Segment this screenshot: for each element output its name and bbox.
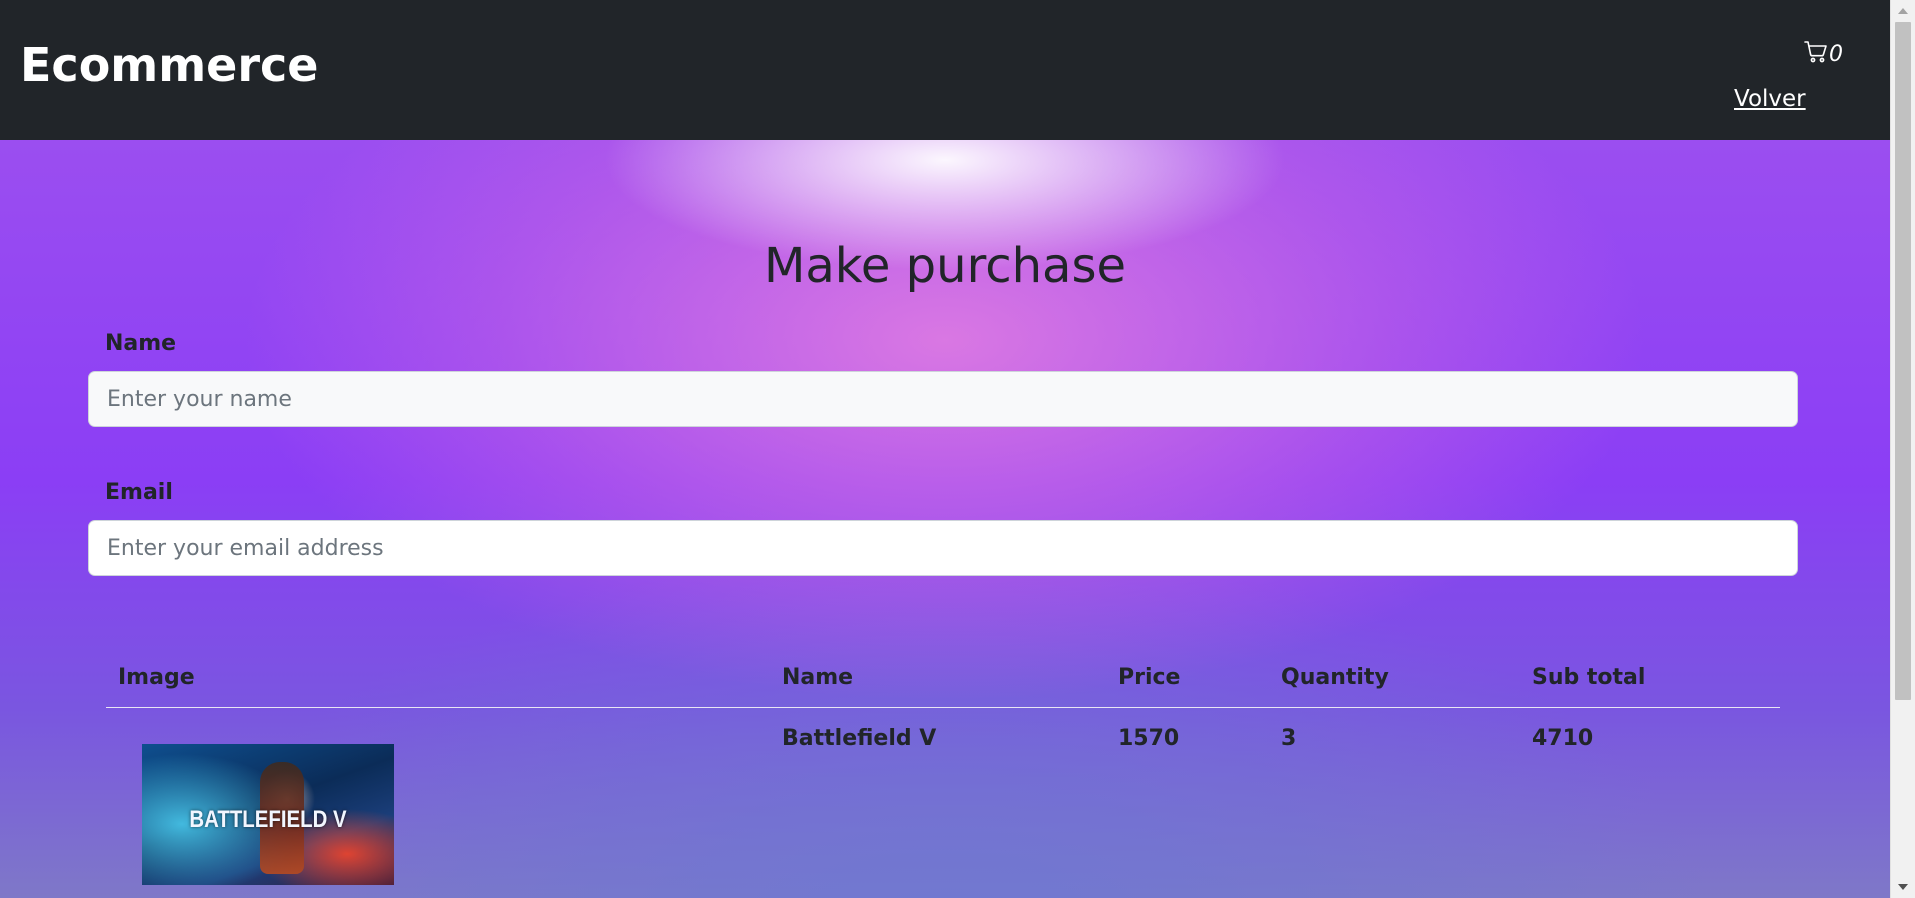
row-quantity: 3: [1281, 726, 1297, 751]
header-price: Price: [1118, 665, 1181, 690]
product-image: BATTLEFIELD V: [142, 744, 394, 885]
main-content: Make purchase Name Email Image Name Pric…: [0, 140, 1890, 898]
cart-count: 0: [1829, 41, 1843, 67]
cart-button[interactable]: 0: [1804, 40, 1843, 68]
row-name: Battlefield V: [782, 726, 937, 751]
header-name: Name: [782, 665, 854, 690]
name-label: Name: [105, 331, 177, 356]
header-subtotal: Sub total: [1532, 665, 1646, 690]
row-price: 1570: [1118, 726, 1180, 751]
name-input[interactable]: [88, 371, 1798, 427]
cart-icon: [1804, 40, 1828, 68]
table-divider: [106, 707, 1780, 708]
email-label: Email: [105, 480, 173, 505]
page-title: Make purchase: [763, 238, 1127, 294]
scroll-down-icon[interactable]: [1898, 884, 1908, 890]
brand-title[interactable]: Ecommerce: [20, 38, 319, 92]
header-image: Image: [118, 665, 195, 690]
navbar: Ecommerce 0 Volver: [0, 0, 1890, 140]
scroll-up-icon[interactable]: [1898, 8, 1908, 14]
header-quantity: Quantity: [1281, 665, 1389, 690]
back-link[interactable]: Volver: [1734, 86, 1806, 112]
row-subtotal: 4710: [1532, 726, 1594, 751]
vertical-scrollbar[interactable]: [1890, 0, 1915, 898]
product-image-text: BATTLEFIELD V: [189, 806, 347, 833]
scrollbar-thumb[interactable]: [1895, 22, 1911, 700]
email-input[interactable]: [88, 520, 1798, 576]
